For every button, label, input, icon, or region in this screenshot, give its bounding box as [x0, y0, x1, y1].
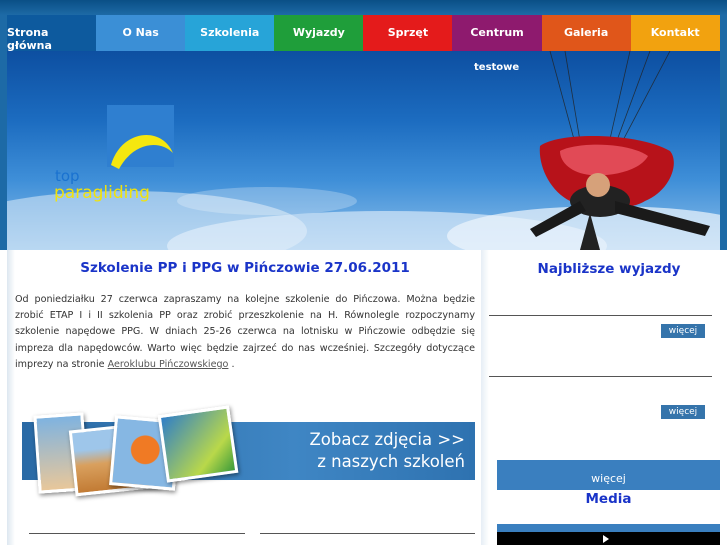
- footer-rule-right: [260, 533, 475, 534]
- nav-subitem-testowe[interactable]: testowe: [474, 62, 519, 73]
- gallery-banner[interactable]: Zobacz zdjęcia >> z naszych szkoleń: [22, 400, 475, 497]
- article-end: .: [228, 358, 235, 370]
- nav-tab-centrum[interactable]: Centrum: [452, 15, 542, 51]
- play-icon[interactable]: [603, 535, 609, 543]
- frame-left-edge: [0, 15, 7, 250]
- nav-tab-wyjazdy[interactable]: Wyjazdy: [274, 15, 364, 51]
- logo-paragliding-text: paragliding: [54, 183, 150, 203]
- hero-banner: top paragliding: [7, 51, 720, 250]
- nav-tab-szkolenia[interactable]: Szkolenia: [185, 15, 275, 51]
- content-left-shade: [7, 250, 15, 545]
- aeroklub-link[interactable]: Aeroklubu Pińczowskiego: [108, 359, 229, 370]
- site-logo[interactable]: top paragliding: [51, 105, 191, 209]
- top-strip: [0, 0, 727, 15]
- article-text: Od poniedziałku 27 czerwca zapraszamy na…: [15, 294, 475, 370]
- sidebar-rule-1: [489, 315, 712, 316]
- sidebar-rule-2: [489, 376, 712, 377]
- nav-tab-kontakt[interactable]: Kontakt: [630, 15, 720, 51]
- nav-tab-o-nas[interactable]: O Nas: [96, 15, 186, 51]
- paraglider-photo: [530, 51, 710, 250]
- frame-right-edge: [720, 15, 727, 250]
- main-nav: Strona główna O Nas Szkolenia Wyjazdy Sprzęt…: [7, 15, 720, 52]
- nav-tab-galeria[interactable]: Galeria: [541, 15, 631, 51]
- more-bar-button[interactable]: więcej: [497, 460, 720, 490]
- banner-text: Zobacz zdjęcia >> z naszych szkoleń: [310, 429, 466, 473]
- banner-line-2: z naszych szkoleń: [317, 452, 465, 471]
- banner-photo-4: [157, 405, 239, 483]
- media-title: Media: [585, 491, 632, 507]
- banner-line-1: Zobacz zdjęcia >>: [309, 430, 466, 449]
- column-separator: [481, 250, 489, 545]
- nav-tab-strona-główna[interactable]: Strona główna: [7, 15, 97, 52]
- sidebar-title: Najbliższe wyjazdy: [537, 261, 681, 277]
- footer-rule-left: [29, 533, 245, 534]
- more-button-1[interactable]: więcej: [661, 324, 705, 338]
- article-body: Od poniedziałku 27 czerwca zapraszamy na…: [15, 292, 475, 373]
- more-button-2[interactable]: więcej: [661, 405, 705, 419]
- nav-tab-sprzęt[interactable]: Sprzęt: [363, 15, 453, 51]
- article-title[interactable]: Szkolenie PP i PPG w Pińczowie 27.06.201…: [20, 260, 470, 276]
